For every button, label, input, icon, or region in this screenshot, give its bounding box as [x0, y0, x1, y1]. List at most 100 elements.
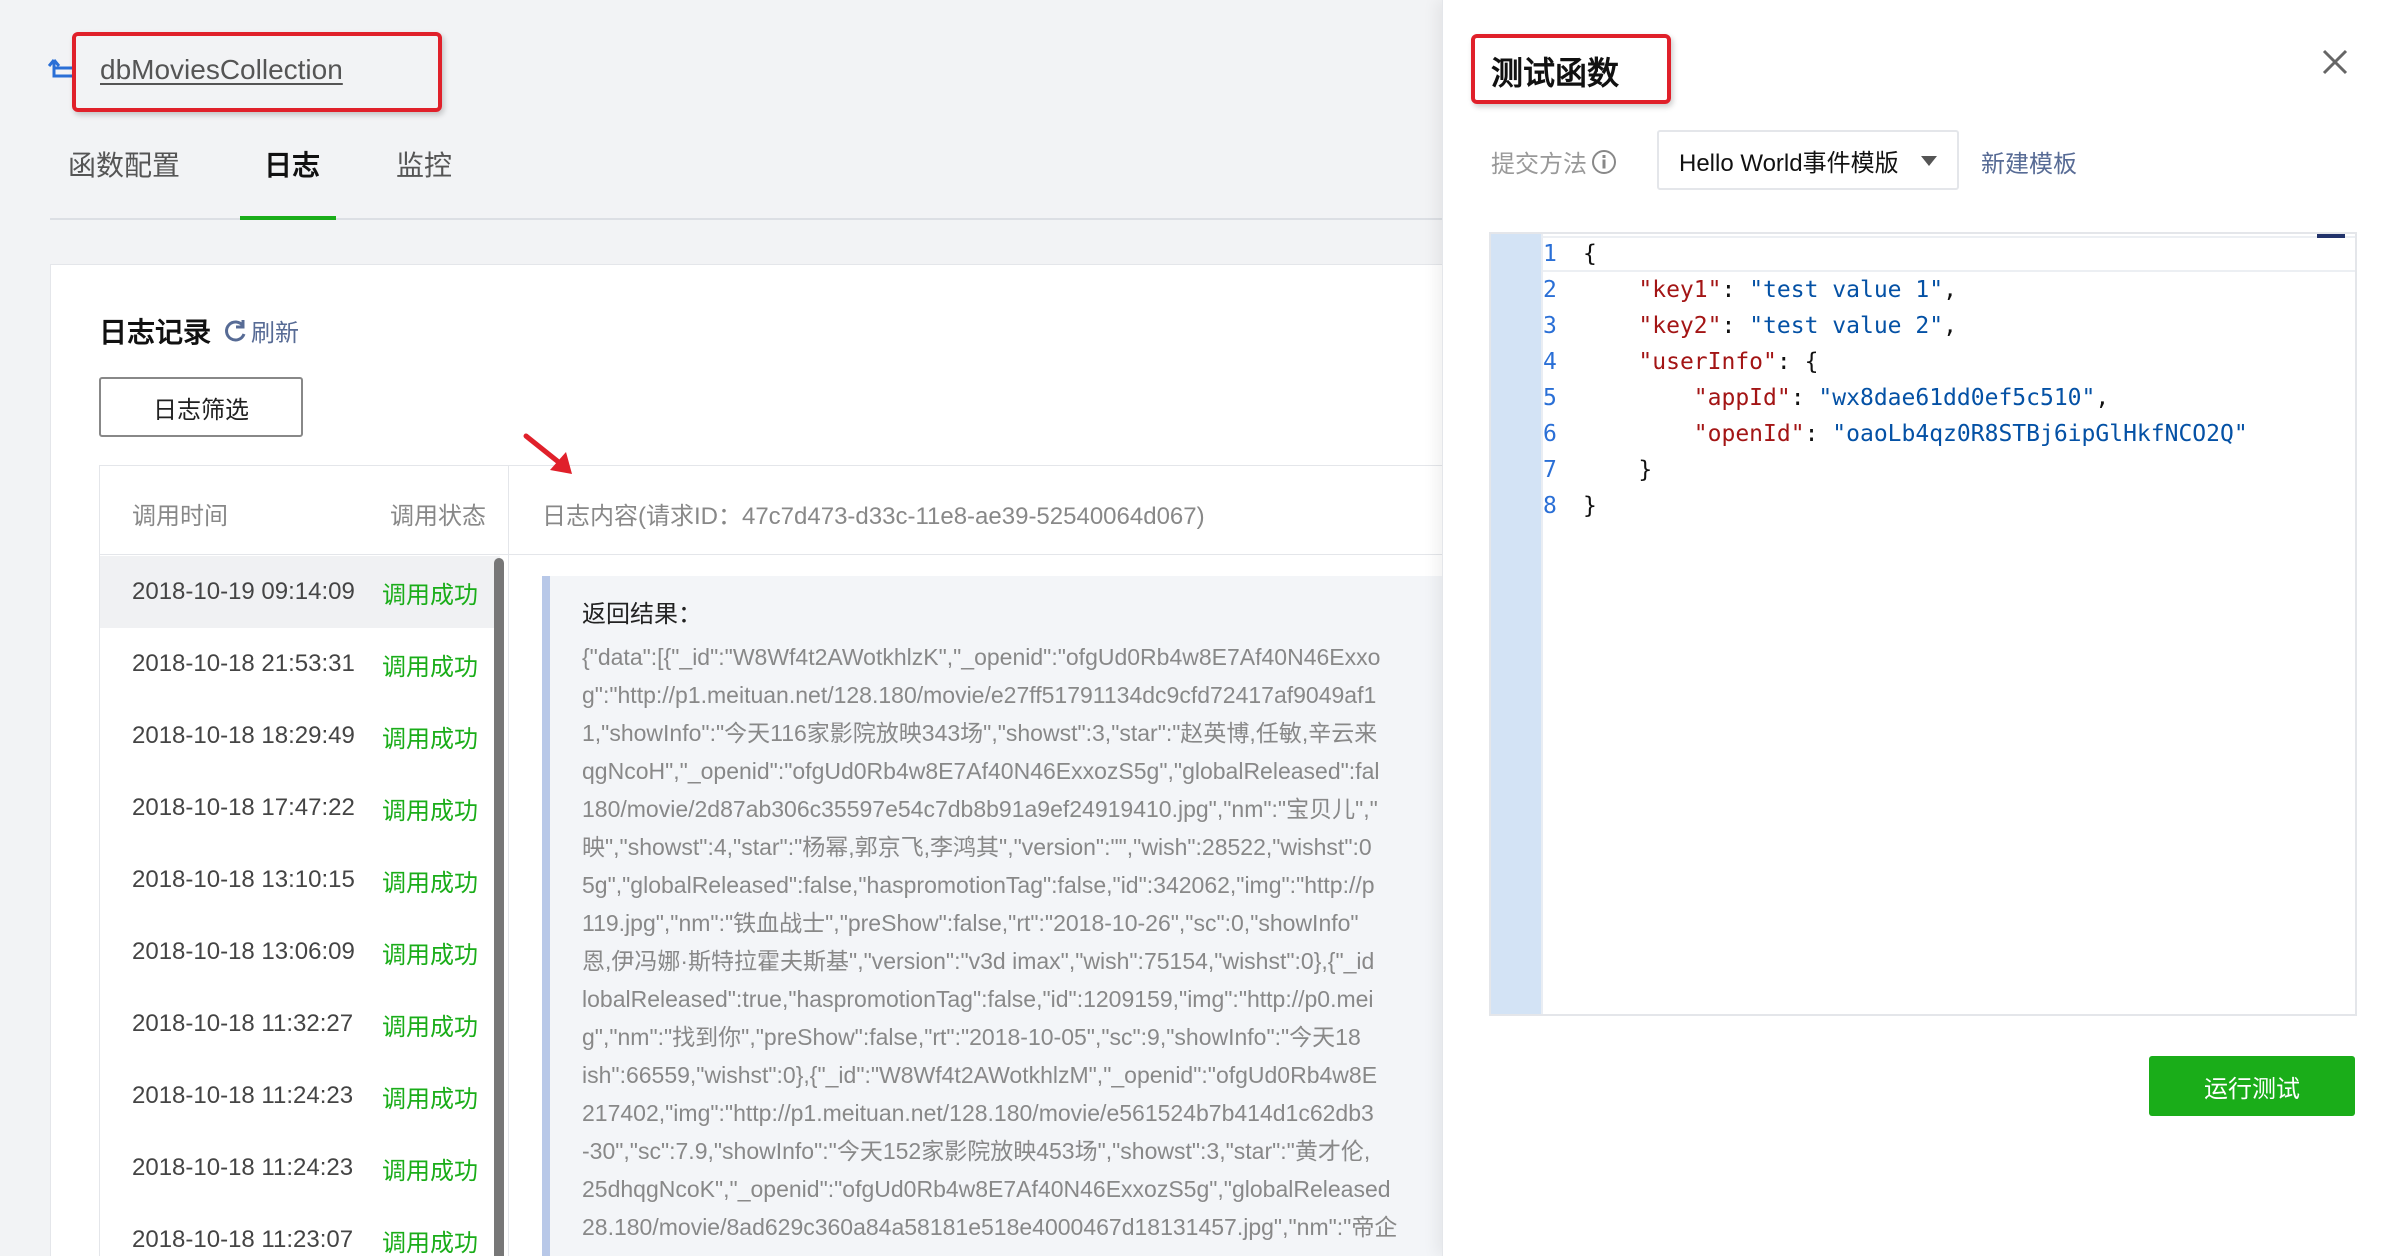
log-panel: 日志记录 刷新 日志筛选 调用时间 调用状态 日志内容 (请求ID：47c7d4… — [50, 264, 1442, 1256]
annotation-arrow-icon — [523, 433, 572, 474]
function-detail-page: dbMoviesCollection 函数配置 日志 监控 日志记录 刷新 日志… — [0, 0, 1442, 1256]
result-line: {"data":[{"_id":"W8Wf4t2AWotkhlzK","_ope… — [582, 644, 1381, 670]
editor-gutter — [1491, 234, 1541, 1014]
log-row-status: 调用成功 — [382, 1013, 478, 1041]
code-line: "key2": "test value 2", — [1638, 313, 1957, 339]
log-row[interactable]: 2018-10-18 17:47:22 调用成功 — [100, 772, 500, 844]
template-select[interactable]: Hello World事件模版 — [1657, 130, 1959, 190]
code-content: { "key1": "test value 1", "key2": "test … — [1583, 236, 2343, 524]
log-filter-button[interactable]: 日志筛选 — [99, 377, 303, 437]
result-line: 映","showst":4,"star":"杨幂,郭京飞,李鸿其","versi… — [582, 834, 1372, 860]
code-editor[interactable]: 1 2 3 4 5 6 7 8 { "key1": "test value 1"… — [1489, 232, 2357, 1016]
annotation-highlight-box — [1471, 34, 1671, 104]
code-value-key1: test value 1 — [1763, 277, 1930, 303]
log-row-time: 2018-10-18 17:47:22 — [132, 794, 355, 821]
new-template-link[interactable]: 新建模板 — [1981, 144, 2077, 179]
log-row-status: 调用成功 — [382, 1085, 478, 1113]
log-table: 调用时间 调用状态 日志内容 (请求ID：47c7d473-d33c-11e8-… — [99, 465, 1442, 1256]
line-number: 2 — [1543, 277, 1557, 303]
log-row[interactable]: 2018-10-18 13:06:09 调用成功 — [100, 916, 500, 988]
code-line: } — [1583, 493, 1597, 519]
result-line: ish":66559,"wishst":0},{"_id":"W8Wf4t2AW… — [582, 1062, 1378, 1088]
line-number: 4 — [1543, 349, 1557, 375]
line-number: 1 — [1543, 241, 1557, 267]
result-line: 119.jpg","nm":"铁血战士","preShow":false,"rt… — [582, 910, 1359, 936]
content-header: 日志内容 (请求ID：47c7d473-d33c-11e8-ae39-52540… — [508, 466, 1442, 554]
line-number: 3 — [1543, 313, 1557, 339]
log-row-time: 2018-10-18 11:24:23 — [132, 1082, 354, 1109]
log-row-status: 调用成功 — [382, 653, 478, 681]
log-row-status: 调用成功 — [382, 581, 478, 609]
refresh-button[interactable]: 刷新 — [223, 313, 299, 348]
log-row[interactable]: 2018-10-18 11:23:07 调用成功 — [100, 1204, 500, 1256]
template-select-value: Hello World事件模版 — [1679, 149, 1899, 177]
log-row-status: 调用成功 — [382, 1229, 478, 1256]
result-box: 返回结果： {"data":[{"_id":"W8Wf4t2AWotkhlzK"… — [542, 576, 1442, 1256]
result-line: g":"http://p1.meituan.net/128.180/movie/… — [582, 682, 1377, 708]
line-number: 8 — [1543, 493, 1557, 519]
chevron-down-icon — [1921, 156, 1937, 166]
tab-monitor[interactable]: 监控 — [396, 144, 452, 184]
log-row-status: 调用成功 — [382, 869, 478, 897]
code-value-appid: wx8dae61dd0ef5c510 — [1832, 385, 2082, 411]
result-line: 25dhqgNcoK","_openid":"ofgUd0Rb4w8E7Af40… — [582, 1176, 1391, 1202]
log-row-time: 2018-10-18 18:29:49 — [132, 722, 355, 749]
header-divider — [100, 554, 1442, 555]
request-id-label: (请求ID：47c7d473-d33c-11e8-ae39-52540064d0… — [638, 503, 1205, 530]
info-icon[interactable] — [1591, 149, 1617, 175]
log-row-time: 2018-10-18 13:06:09 — [132, 938, 355, 965]
result-line: 1,"showInfo":"今天116家影院放映343场","showst":3… — [582, 720, 1378, 746]
code-line: { — [1583, 241, 1597, 267]
log-row[interactable]: 2018-10-18 11:32:27 调用成功 — [100, 988, 500, 1060]
log-row-status: 调用成功 — [382, 941, 478, 969]
log-row-status: 调用成功 — [382, 1157, 478, 1185]
log-row[interactable]: 2018-10-18 21:53:31 调用成功 — [100, 628, 500, 700]
close-icon[interactable] — [2321, 48, 2349, 76]
log-row[interactable]: 2018-10-18 11:24:23 调用成功 — [100, 1060, 500, 1132]
line-number: 5 — [1543, 385, 1557, 411]
tab-logs[interactable]: 日志 — [264, 144, 320, 184]
result-line: lobalReleased":true,"haspromotionTag":fa… — [582, 986, 1374, 1012]
submit-method-label: 提交方法 — [1491, 151, 1587, 178]
log-list-scrollbar[interactable] — [494, 558, 504, 1256]
log-row[interactable]: 2018-10-19 09:14:09 调用成功 — [100, 556, 500, 628]
log-row-status: 调用成功 — [382, 725, 478, 753]
log-section-title: 日志记录 — [99, 317, 212, 348]
log-row-time: 2018-10-18 11:24:23 — [132, 1154, 354, 1181]
code-line: "openId": "oaoLb4qz0R8STBj6ipGlHkfNCO2Q" — [1693, 421, 2248, 447]
result-text: {"data":[{"_id":"W8Wf4t2AWotkhlzK","_ope… — [582, 638, 1442, 1246]
result-label: 返回结果： — [582, 601, 702, 628]
result-line: -30","sc":7.9,"showInfo":"今天152家影院放映453场… — [582, 1138, 1371, 1164]
log-row[interactable]: 2018-10-18 18:29:49 调用成功 — [100, 700, 500, 772]
log-row-time: 2018-10-19 09:14:09 — [132, 578, 355, 605]
refresh-label: 刷新 — [251, 320, 299, 347]
code-value-key2: test value 2 — [1763, 313, 1930, 339]
code-value-openid: oaoLb4qz0R8STBj6ipGlHkfNCO2Q — [1846, 421, 2234, 447]
tab-function-config[interactable]: 函数配置 — [68, 144, 180, 184]
test-function-drawer: 测试函数 提交方法 Hello World事件模版 新建模板 1 2 3 4 5… — [1442, 0, 2402, 1256]
code-line: "appId": "wx8dae61dd0ef5c510", — [1693, 385, 2110, 411]
column-header-content: 日志内容 — [542, 503, 638, 530]
log-row-list: 2018-10-19 09:14:09 调用成功 2018-10-18 21:5… — [100, 556, 500, 1256]
line-number: 6 — [1543, 421, 1557, 447]
refresh-icon — [225, 319, 246, 341]
code-line: "key1": "test value 1", — [1638, 277, 1957, 303]
column-header-time: 调用时间 — [132, 503, 228, 530]
result-line: 28.180/movie/8ad629c360a84a58181e518e400… — [582, 1214, 1398, 1240]
result-line: 5g","globalReleased":false,"haspromotion… — [582, 872, 1375, 898]
log-row-time: 2018-10-18 11:23:07 — [132, 1226, 354, 1253]
submit-method-field: 提交方法 — [1491, 144, 1617, 179]
log-row[interactable]: 2018-10-18 11:24:23 调用成功 — [100, 1132, 500, 1204]
column-header-status: 调用状态 — [390, 503, 486, 530]
log-row-time: 2018-10-18 11:32:27 — [132, 1010, 354, 1037]
code-line: "userInfo": { — [1638, 349, 1819, 375]
result-line: 恩,伊冯娜·斯特拉霍夫斯基","version":"v3d imax","wis… — [582, 948, 1375, 974]
tab-bar: 函数配置 日志 监控 — [50, 128, 1442, 220]
active-tab-indicator — [240, 216, 336, 220]
run-test-button[interactable]: 运行测试 — [2149, 1056, 2355, 1116]
log-content-area: 返回结果： {"data":[{"_id":"W8Wf4t2AWotkhlzK"… — [508, 556, 1442, 1256]
line-numbers: 1 2 3 4 5 6 7 8 — [1543, 236, 1573, 524]
code-line: } — [1583, 457, 1653, 483]
result-line: qgNcoH","_openid":"ofgUd0Rb4w8E7Af40N46E… — [582, 758, 1380, 784]
log-row[interactable]: 2018-10-18 13:10:15 调用成功 — [100, 844, 500, 916]
